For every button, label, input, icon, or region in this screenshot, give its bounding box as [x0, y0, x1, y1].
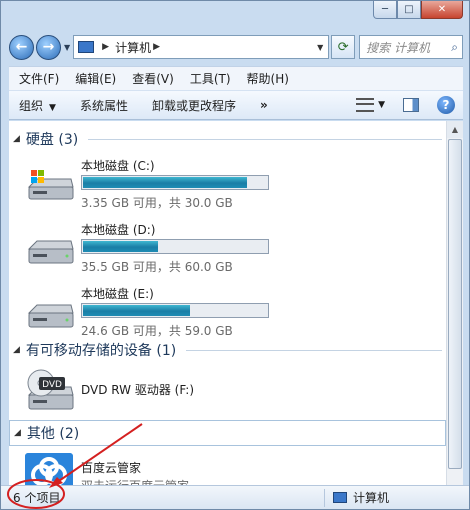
maximize-button[interactable]: □ — [397, 1, 421, 19]
menu-help[interactable]: 帮助(H) — [239, 70, 297, 87]
search-input[interactable]: 搜索 计算机 ⌕ — [359, 35, 463, 59]
group-removable-devices[interactable]: ◢ 有可移动存储的设备 (1) — [9, 339, 446, 361]
windows-drive-icon — [27, 170, 74, 200]
computer-icon — [78, 41, 95, 53]
drive-e[interactable]: 本地磁盘 (E:) 24.6 GB 可用，共 59.0 GB — [25, 285, 285, 345]
uninstall-program-button[interactable]: 卸载或更改程序 — [152, 97, 236, 114]
status-bar: 6 个项目 计算机 — [1, 485, 469, 509]
search-placeholder: 搜索 计算机 — [366, 40, 430, 55]
collapse-icon[interactable]: ◢ — [13, 345, 20, 355]
search-icon[interactable]: ⌕ — [451, 40, 458, 55]
drive-name: 本地磁盘 (C:) — [81, 159, 155, 173]
collapse-icon[interactable]: ◢ — [14, 428, 21, 438]
hard-drive-icon — [27, 304, 74, 328]
organize-button[interactable]: 组织 ▼ — [19, 97, 56, 114]
drive-capacity: 35.5 GB 可用，共 60.0 GB — [81, 260, 233, 274]
drive-usage-fill — [83, 177, 247, 188]
explorer-window: ─ □ ✕ ← → ▼ ▶ 计算机 ▶ ▼ ⟳ 搜索 计算机 ⌕ 文件(F) 编… — [0, 0, 470, 510]
navigation-bar: ← → ▼ ▶ 计算机 ▶ ▼ ⟳ 搜索 计算机 ⌕ — [9, 34, 463, 60]
recent-pages-dropdown[interactable]: ▼ — [64, 43, 70, 52]
hard-drive-icon — [27, 240, 74, 264]
app-name: 百度云管家 — [81, 461, 142, 475]
view-options-dropdown-icon[interactable]: ▼ — [378, 100, 385, 110]
caption-buttons: ─ □ ✕ — [373, 1, 463, 19]
group-title: 其他 (2) — [26, 426, 80, 442]
system-properties-button[interactable]: 系统属性 — [80, 97, 128, 114]
menu-view[interactable]: 查看(V) — [124, 70, 182, 87]
drive-usage-fill — [83, 241, 159, 252]
drive-capacity: 24.6 GB 可用，共 59.0 GB — [81, 324, 233, 338]
scroll-up-icon[interactable]: ▲ — [447, 121, 463, 138]
scrollbar-thumb[interactable] — [448, 139, 462, 469]
vertical-scrollbar[interactable]: ▲ — [446, 121, 463, 485]
computer-icon — [332, 492, 347, 503]
organize-label: 组织 — [19, 98, 44, 113]
drive-name: DVD RW 驱动器 (F:) — [81, 383, 195, 397]
command-bar-right: ▼ ? — [356, 96, 463, 114]
status-location-label: 计算机 — [352, 491, 389, 505]
group-hard-disks[interactable]: ◢ 硬盘 (3) — [9, 128, 446, 150]
dvd-logo-label: DVD — [42, 380, 62, 390]
minimize-button[interactable]: ─ — [373, 1, 397, 19]
app-baidu-cloud[interactable]: 百度云管家 双击运行百度云管家 — [25, 451, 285, 485]
group-other[interactable]: ◢ 其他 (2) — [9, 420, 446, 446]
status-location: 计算机 — [323, 488, 389, 507]
dvd-drive[interactable]: DVD DVD RW 驱动器 (F:) — [25, 367, 285, 417]
forward-button[interactable]: → — [36, 34, 61, 60]
change-view-icon[interactable] — [356, 98, 375, 112]
drive-usage-bar — [81, 303, 269, 318]
command-bar: 组织 ▼ 系统属性 卸载或更改程序 » ▼ ? — [9, 90, 463, 120]
dvd-drive-icon: DVD — [27, 369, 74, 410]
drive-name: 本地磁盘 (E:) — [81, 287, 154, 301]
breadcrumb-computer[interactable]: 计算机 — [115, 39, 151, 56]
app-description: 双击运行百度云管家 — [81, 477, 189, 485]
drive-c[interactable]: 本地磁盘 (C:) 3.35 GB 可用，共 30.0 GB — [25, 157, 285, 217]
group-divider — [186, 349, 442, 351]
organize-dropdown-icon: ▼ — [49, 102, 56, 113]
group-title: 有可移动存储的设备 (1) — [25, 343, 177, 359]
drive-usage-bar — [81, 239, 269, 254]
menu-tools[interactable]: 工具(T) — [182, 70, 239, 87]
drive-usage-bar — [81, 175, 269, 190]
drive-capacity: 3.35 GB 可用，共 30.0 GB — [81, 196, 233, 210]
breadcrumb-separator-icon[interactable]: ▶ — [102, 42, 109, 52]
group-title: 硬盘 (3) — [25, 132, 79, 148]
group-divider — [88, 138, 442, 140]
close-button[interactable]: ✕ — [421, 1, 463, 19]
menu-edit[interactable]: 编辑(E) — [67, 70, 124, 87]
content-pane: ◢ 硬盘 (3) 本地磁盘 (C:) 3.35 GB 可用，共 30.0 GB — [9, 121, 463, 485]
help-icon[interactable]: ? — [437, 96, 455, 114]
item-count: 6 个项目 — [13, 491, 61, 505]
menu-bar: 文件(F) 编辑(E) 查看(V) 工具(T) 帮助(H) — [9, 66, 463, 90]
drive-d[interactable]: 本地磁盘 (D:) 35.5 GB 可用，共 60.0 GB — [25, 221, 285, 281]
breadcrumb-chevron-icon[interactable]: ▶ — [153, 42, 160, 52]
drive-usage-fill — [83, 305, 190, 316]
refresh-button[interactable]: ⟳ — [331, 35, 356, 59]
collapse-icon[interactable]: ◢ — [13, 134, 20, 144]
address-dropdown-icon[interactable]: ▼ — [312, 43, 328, 52]
status-divider — [323, 488, 325, 507]
back-button[interactable]: ← — [9, 34, 34, 60]
preview-pane-icon[interactable] — [403, 98, 419, 112]
address-bar[interactable]: ▶ 计算机 ▶ ▼ — [73, 35, 330, 59]
more-commands-button[interactable]: » — [260, 98, 268, 112]
drive-name: 本地磁盘 (D:) — [81, 223, 156, 237]
cloud-app-icon — [25, 453, 73, 485]
menu-file[interactable]: 文件(F) — [11, 70, 67, 87]
